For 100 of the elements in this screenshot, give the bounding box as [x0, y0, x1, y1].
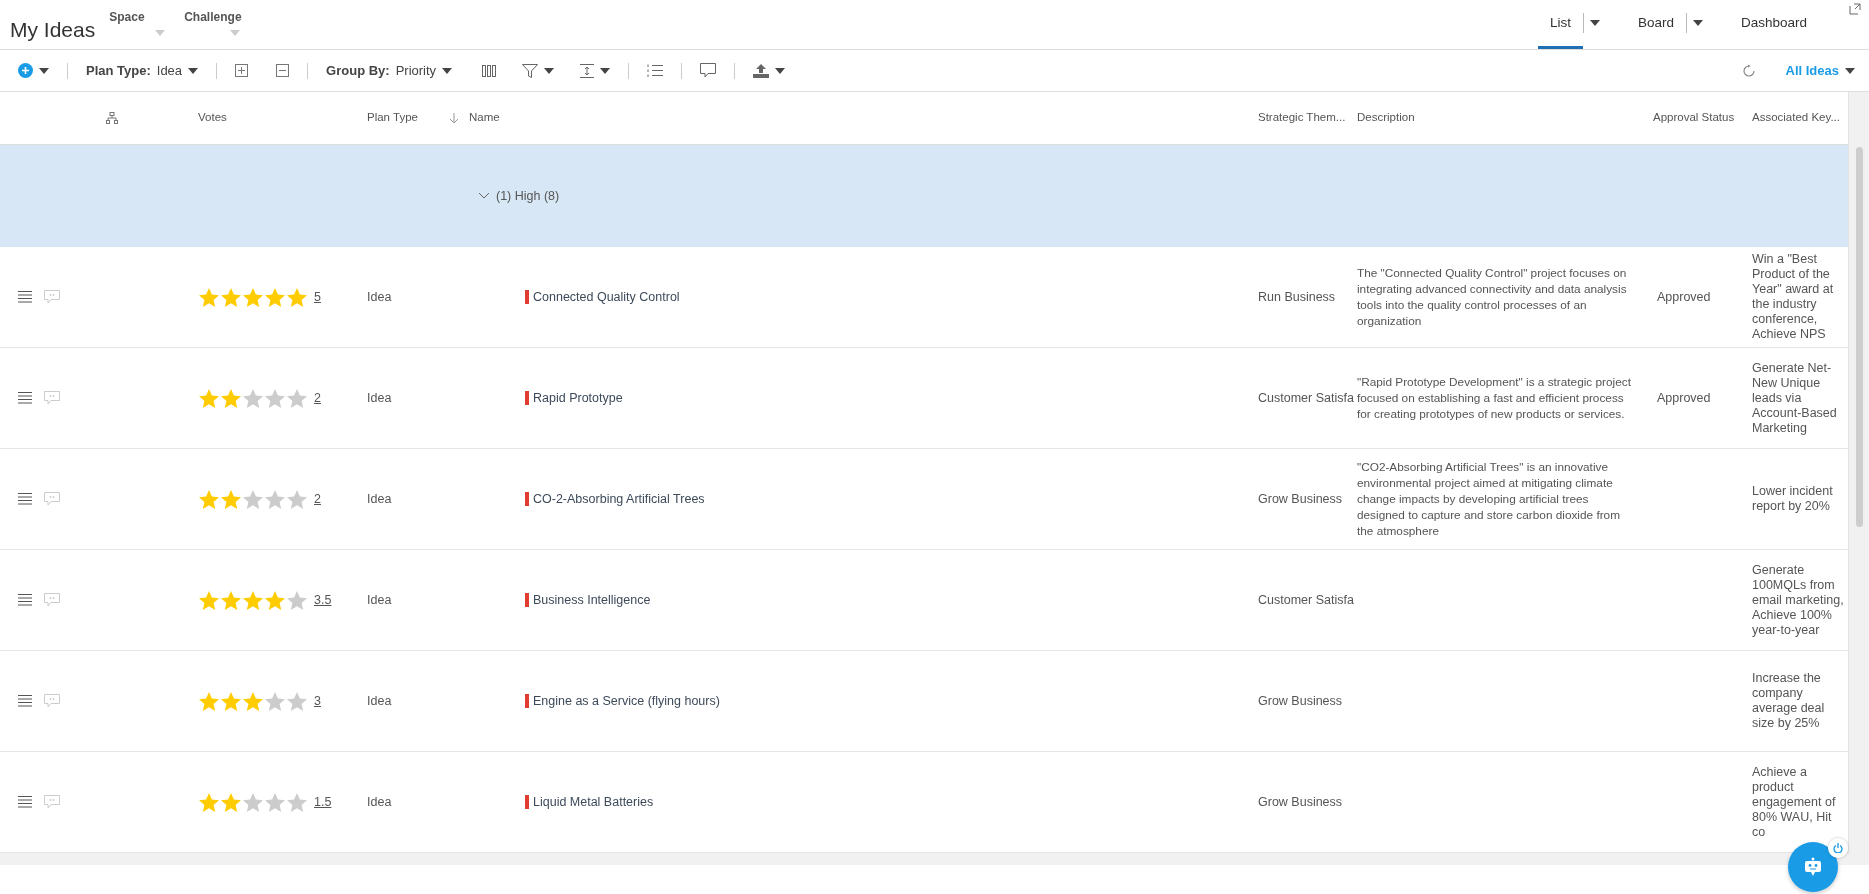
caret-icon	[39, 67, 49, 74]
vote-count-link[interactable]: 2	[314, 388, 321, 408]
filter-icon	[522, 63, 539, 78]
plan-type-text: Idea	[367, 491, 392, 506]
idea-name[interactable]: Business Intelligence	[525, 592, 651, 607]
star-icon	[286, 286, 308, 308]
strategic-theme-text: Run Business	[1258, 289, 1336, 304]
star-icon	[242, 488, 264, 510]
star-icon	[242, 286, 264, 308]
star-icon	[286, 589, 308, 611]
plan-type-dropdown[interactable]: Plan Type: Idea	[82, 58, 203, 83]
filter-dropdown[interactable]: Space	[95, 0, 171, 49]
view-tab[interactable]: Dashboard	[1728, 0, 1819, 49]
minus-square-icon	[276, 64, 290, 77]
upload-icon	[753, 63, 770, 78]
power-button[interactable]	[1828, 838, 1848, 858]
view-tab[interactable]: List	[1537, 0, 1583, 49]
column-header[interactable]: Associated Key...	[1752, 111, 1840, 124]
plan-type-text: Idea	[367, 390, 392, 405]
drag-handle-icon[interactable]	[18, 594, 32, 606]
column-header[interactable]: Plan Type	[367, 111, 418, 124]
expand-icon[interactable]	[1849, 3, 1861, 15]
idea-name[interactable]: Rapid Prototype	[525, 390, 623, 405]
key-results-text: Achieve a product engagement of 80% WAU, Hit co	[1752, 764, 1836, 839]
star-icon	[198, 387, 220, 409]
star-icon	[242, 791, 264, 813]
plus-square-icon	[235, 64, 249, 77]
refresh-icon	[1741, 63, 1756, 78]
plan-type-text: Idea	[367, 289, 392, 304]
star-icon	[286, 488, 308, 510]
caret-icon	[1692, 20, 1703, 26]
columns-icon	[482, 64, 497, 77]
filter-dropdown[interactable]: Challenge	[170, 0, 246, 49]
drag-handle-icon[interactable]	[18, 392, 32, 404]
caret-icon	[230, 30, 241, 36]
vote-count-link[interactable]: 3.5	[314, 590, 332, 610]
star-icon	[198, 690, 220, 712]
star-icon	[242, 387, 264, 409]
drag-handle-icon[interactable]	[18, 796, 32, 808]
drag-handle-icon[interactable]	[18, 493, 32, 505]
page-title: My Ideas	[9, 17, 96, 43]
star-icon	[264, 387, 286, 409]
star-icon	[198, 488, 220, 510]
key-results-text: Lower incident report by 20%	[1752, 484, 1833, 513]
vote-count-link[interactable]: 1.5	[314, 792, 332, 812]
star-icon	[220, 589, 242, 611]
vote-count-link[interactable]: 2	[314, 489, 321, 509]
vertical-scrollbar[interactable]	[1848, 92, 1869, 853]
column-header[interactable]: Description	[1357, 111, 1415, 124]
caret-icon	[544, 67, 555, 74]
star-icon	[264, 286, 286, 308]
caret-icon	[442, 67, 453, 74]
plus-icon	[18, 63, 33, 78]
strategic-theme-text: Grow Business	[1258, 693, 1343, 708]
comment-icon	[700, 63, 717, 78]
star-icon	[220, 488, 242, 510]
star-icon	[220, 286, 242, 308]
star-icon	[286, 387, 308, 409]
assistant-button[interactable]	[1788, 842, 1838, 892]
drag-handle-icon[interactable]	[18, 695, 32, 707]
description-text: "CO2-Absorbing Artificial Trees" is an innovative environmental project aimed at mitigating climate change impacts by developing artificial trees designed to capture and store carbon dioxide from the atmosphere	[1357, 460, 1620, 538]
star-icon	[198, 286, 220, 308]
vote-count-link[interactable]: 5	[314, 287, 321, 307]
idea-name[interactable]: Engine as a Service (flying hours)	[525, 693, 720, 708]
column-header[interactable]: Approval Status	[1653, 111, 1735, 124]
approval-status-text: Approved	[1657, 289, 1711, 304]
numbered-list-icon	[647, 64, 664, 77]
idea-name[interactable]: Connected Quality Control	[525, 289, 680, 304]
key-results-text: Increase the company average deal size by 25%	[1752, 671, 1825, 730]
idea-name[interactable]: CO-2-Absorbing Artificial Trees	[525, 491, 705, 506]
description-text: The "Connected Quality Control" project focuses on integrating advanced connectivity and data analysis tools into the quality control processes of an organization	[1357, 266, 1627, 328]
strategic-theme-text: Customer Satisfa	[1258, 390, 1354, 405]
column-header[interactable]: Strategic Them...	[1258, 111, 1346, 124]
star-icon	[198, 791, 220, 813]
group-header-row[interactable]: (1) High (8)	[0, 145, 1848, 247]
star-icon	[198, 589, 220, 611]
approval-status-text: Approved	[1657, 390, 1711, 405]
group-by-dropdown[interactable]: Group By: Priority	[322, 58, 457, 83]
star-icon	[242, 690, 264, 712]
star-icon	[264, 589, 286, 611]
caret-icon	[188, 67, 199, 74]
drag-handle-icon[interactable]	[18, 291, 32, 303]
star-icon	[264, 690, 286, 712]
view-tab[interactable]: Board	[1625, 0, 1686, 49]
idea-name[interactable]: Liquid Metal Batteries	[525, 794, 654, 809]
key-results-text: Generate 100MQLs from email marketing, Achieve 100% year-to-year	[1752, 562, 1844, 637]
star-icon	[286, 791, 308, 813]
vote-count-link[interactable]: 3	[314, 691, 321, 711]
star-icon	[264, 488, 286, 510]
caret-icon	[155, 30, 166, 36]
hierarchy-icon	[106, 112, 118, 125]
plan-type-text: Idea	[367, 592, 392, 607]
star-icon	[220, 690, 242, 712]
star-icon	[220, 791, 242, 813]
strategic-theme-text: Grow Business	[1258, 794, 1343, 809]
column-header[interactable]: Votes	[198, 111, 227, 124]
horizontal-scrollbar[interactable]	[0, 853, 1869, 865]
star-icon	[286, 690, 308, 712]
column-header[interactable]: Name	[469, 111, 500, 124]
plan-type-text: Idea	[367, 794, 392, 809]
